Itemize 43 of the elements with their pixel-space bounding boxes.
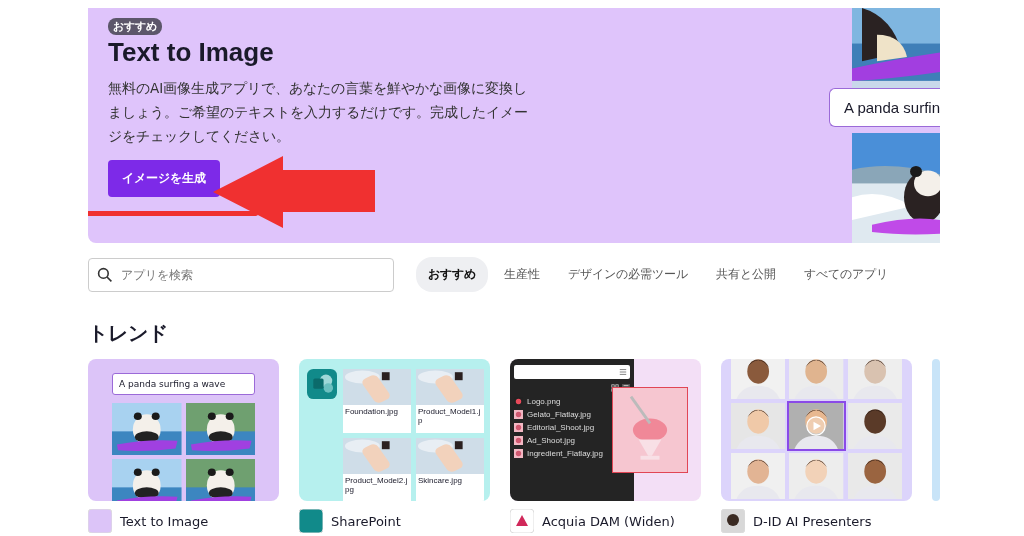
file-thumbnail-icon: [514, 449, 523, 458]
file-thumbnail-icon: [514, 410, 523, 419]
app-icon: [510, 509, 534, 533]
app-name[interactable]: D-ID AI Presenters: [753, 513, 872, 529]
category-tab[interactable]: デザインの必需ツール: [556, 257, 700, 292]
badge: おすすめ: [108, 18, 162, 35]
generate-button[interactable]: イメージを生成: [108, 160, 220, 197]
play-icon[interactable]: [806, 416, 827, 436]
prompt-field: A panda surfin: [829, 88, 940, 127]
section-title: トレンド: [88, 320, 169, 347]
category-tab[interactable]: 共有と公開: [704, 257, 788, 292]
app-name[interactable]: SharePoint: [331, 513, 401, 529]
app-preview[interactable]: [721, 359, 912, 501]
category-tab[interactable]: 生産性: [492, 257, 552, 292]
sharepoint-logo-icon: [307, 369, 337, 399]
file-name: Logo.png: [527, 397, 561, 406]
app-icon: [299, 509, 323, 533]
search-icon: [97, 266, 113, 283]
app-preview[interactable]: A panda surfing a wave: [88, 359, 279, 501]
file-thumbnail-icon: [514, 397, 523, 406]
file-name: Product_Model1.jp: [417, 406, 482, 427]
category-tab[interactable]: おすすめ: [416, 257, 488, 292]
file-name: Ad_Shoot.jpg: [527, 436, 576, 445]
banner-title: Text to Image: [108, 37, 275, 68]
search-field[interactable]: アプリを検索: [88, 257, 394, 292]
app-name[interactable]: Acquia DAM (Widen): [542, 513, 675, 529]
avatar-icon: [721, 509, 745, 533]
prompt-field: A panda surfing a wave: [112, 373, 255, 395]
app-icon: [88, 509, 112, 533]
category-tab[interactable]: すべてのアプリ: [792, 257, 900, 292]
banner-description: 無料のAI画像生成アプリで、あなたの言葉を鮮やかな画像に変換しましょう。ご希望のテキストを入力するだけです。完成したイメージをチェックしてください。: [108, 79, 528, 146]
app-preview[interactable]: Logo.png Gelato_Flatlay.jpg Editorial_Shoot.jpg Ad_Shoot.jpg Ingredient_Flatlay.jpg: [510, 359, 701, 501]
file-thumbnail-icon: [514, 436, 523, 445]
filter-icon: [619, 368, 627, 376]
file-name: Editorial_Shoot.jpg: [527, 423, 595, 432]
file-thumbnail-icon: [514, 423, 523, 432]
file-name: Product_Model2.jpg: [344, 474, 409, 496]
file-name: Gelato_Flatlay.jpg: [527, 410, 591, 419]
file-name: Ingredient_Flatlay.jpg: [527, 449, 603, 458]
app-name[interactable]: Text to Image: [120, 513, 209, 529]
file-name: Foundation.jpg: [344, 406, 399, 418]
app-preview[interactable]: Foundation.jpg Product_Model1.jp Product_Model2.jpg Skincare.jpg: [299, 359, 490, 501]
file-name: Skincare.jpg: [417, 474, 464, 487]
